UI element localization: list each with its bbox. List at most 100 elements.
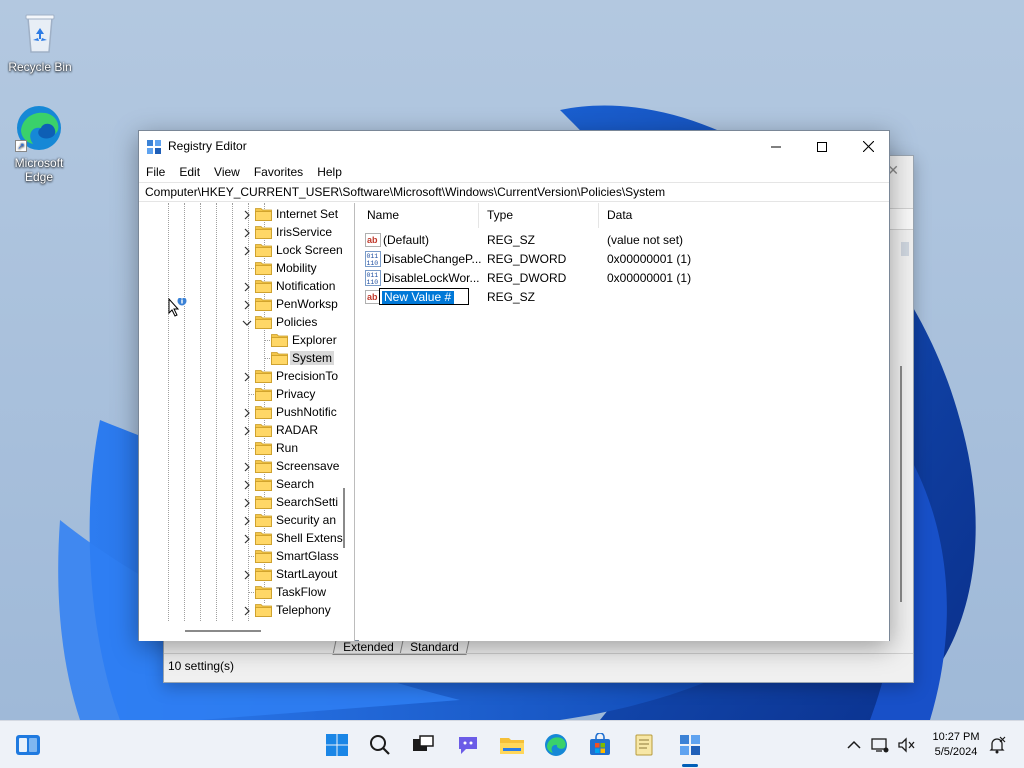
tree-item[interactable]: PrecisionTo — [139, 367, 354, 385]
widgets-button[interactable] — [12, 729, 44, 761]
maximize-icon — [817, 141, 827, 152]
column-header-name[interactable]: Name — [359, 203, 479, 228]
search-button[interactable] — [364, 729, 396, 761]
show-hidden-icons-button[interactable] — [838, 729, 870, 761]
menu-favorites[interactable]: Favorites — [247, 162, 310, 182]
network-button[interactable] — [868, 729, 892, 761]
system-clock[interactable]: 10:27 PM 5/5/2024 — [924, 730, 988, 760]
widgets-icon — [16, 735, 40, 755]
tree-item[interactable]: Lock Screen — [139, 241, 354, 259]
svg-text:011: 011 — [367, 253, 379, 260]
tree-item-label: PushNotific — [276, 405, 337, 419]
tree-item[interactable]: StartLayout — [139, 565, 354, 583]
tree-item[interactable]: Run — [139, 439, 354, 457]
address-bar[interactable]: Computer\HKEY_CURRENT_USER\Software\Micr… — [139, 182, 889, 202]
chevron-right-icon[interactable] — [242, 479, 252, 490]
task-view-icon — [413, 735, 434, 751]
file-explorer-button[interactable] — [496, 729, 528, 761]
tree-horizontal-scrollbar[interactable] — [185, 630, 261, 632]
tree-item[interactable]: Explorer — [139, 331, 354, 349]
back-window-scrollbar[interactable] — [900, 366, 902, 602]
tree-item-label: Shell Extens — [276, 531, 343, 545]
taskbar: 10:27 PM 5/5/2024 — [0, 720, 1024, 768]
close-button[interactable] — [845, 131, 891, 162]
chat-icon — [459, 737, 477, 754]
edge-taskbar-button[interactable] — [540, 729, 572, 761]
chevron-right-icon[interactable] — [242, 533, 252, 544]
notepad-button[interactable] — [628, 729, 660, 761]
tree-item-label: Security an — [276, 513, 337, 527]
desktop-icon-edge[interactable]: ↗ Microsoft Edge — [0, 104, 78, 184]
values-list-pane[interactable]: Name Type Data ab (Default) REG_SZ (value n… — [359, 203, 889, 641]
tree-item[interactable]: Screensave — [139, 457, 354, 475]
chevron-right-icon[interactable] — [242, 515, 252, 526]
value-row[interactable]: 011 110 DisableChangeP... REG_DWORD 0x000000… — [359, 249, 889, 268]
folder-icon — [255, 387, 272, 401]
chevron-up-icon — [847, 740, 861, 749]
chevron-right-icon[interactable] — [242, 497, 252, 508]
tree-item[interactable]: RADAR — [139, 421, 354, 439]
tree-item[interactable]: Search — [139, 475, 354, 493]
menu-file[interactable]: File — [139, 162, 172, 182]
chevron-right-icon[interactable] — [242, 281, 252, 292]
regedit-taskbar-button[interactable] — [674, 729, 706, 761]
chevron-down-icon[interactable] — [242, 317, 252, 327]
tree-item[interactable]: Privacy — [139, 385, 354, 403]
value-row[interactable]: ab REG_SZ — [359, 287, 889, 306]
notifications-button[interactable] — [985, 729, 1009, 761]
tree-item[interactable]: Shell Extens — [139, 529, 354, 547]
tree-item[interactable]: System — [139, 349, 354, 367]
maximize-button[interactable] — [799, 131, 845, 162]
store-button[interactable] — [584, 729, 616, 761]
tree-item[interactable]: IrisService — [139, 223, 354, 241]
chevron-right-icon[interactable] — [242, 371, 252, 382]
tree-item-label: Policies — [276, 315, 318, 329]
column-header-data[interactable]: Data — [599, 203, 719, 228]
folder-icon — [255, 315, 272, 329]
chevron-right-icon[interactable] — [242, 569, 252, 580]
tree-item-label: Screensave — [276, 459, 340, 473]
chevron-right-icon[interactable] — [242, 245, 252, 256]
start-button[interactable] — [321, 729, 353, 761]
column-header-type[interactable]: Type — [479, 203, 599, 228]
file-explorer-icon — [500, 738, 524, 754]
tree-item-label: PenWorksp — [276, 297, 338, 311]
chevron-right-icon[interactable] — [242, 299, 252, 310]
chevron-right-icon[interactable] — [242, 407, 252, 418]
chevron-right-icon[interactable] — [242, 425, 252, 436]
minimize-button[interactable] — [753, 131, 799, 162]
rename-field[interactable] — [379, 288, 469, 305]
tree-item[interactable]: TaskFlow — [139, 583, 354, 601]
value-row[interactable]: ab (Default) REG_SZ (value not set) — [359, 230, 889, 249]
folder-icon — [255, 207, 272, 221]
task-view-button[interactable] — [407, 729, 439, 761]
key-tree-pane[interactable]: Internet Set IrisService Lock Screen Mobili… — [139, 203, 355, 641]
tree-vertical-scrollbar[interactable] — [343, 488, 345, 548]
value-row[interactable]: 011 110 DisableLockWor... REG_DWORD 0x000000… — [359, 268, 889, 287]
tree-item[interactable]: Internet Set — [139, 205, 354, 223]
menu-help[interactable]: Help — [310, 162, 349, 182]
clock-date: 5/5/2024 — [934, 746, 978, 758]
volume-button[interactable] — [894, 729, 918, 761]
chevron-right-icon[interactable] — [242, 227, 252, 238]
menu-view[interactable]: View — [207, 162, 247, 182]
registry-editor-window[interactable]: Registry Editor File Edit View Favorites… — [138, 130, 890, 641]
menu-edit[interactable]: Edit — [172, 162, 207, 182]
value-data: 0x00000001 (1) — [607, 271, 692, 285]
tree-item[interactable]: Notification — [139, 277, 354, 295]
chevron-right-icon[interactable] — [242, 209, 252, 220]
desktop-icon-recycle-bin[interactable]: Recycle Bin — [2, 8, 78, 74]
tree-item[interactable]: Telephony — [139, 601, 354, 619]
chevron-right-icon[interactable] — [242, 461, 252, 472]
chevron-right-icon[interactable] — [242, 605, 252, 616]
tree-item[interactable]: PushNotific — [139, 403, 354, 421]
back-scrollbar-thumb[interactable] — [901, 242, 909, 256]
tree-item[interactable]: Security an — [139, 511, 354, 529]
chat-button[interactable] — [452, 729, 484, 761]
tree-item[interactable]: Mobility — [139, 259, 354, 277]
title-bar[interactable]: Registry Editor — [139, 131, 889, 162]
tree-item[interactable]: SmartGlass — [139, 547, 354, 565]
tree-item[interactable]: SearchSetti — [139, 493, 354, 511]
folder-icon — [255, 405, 272, 419]
rename-input[interactable] — [382, 290, 454, 304]
